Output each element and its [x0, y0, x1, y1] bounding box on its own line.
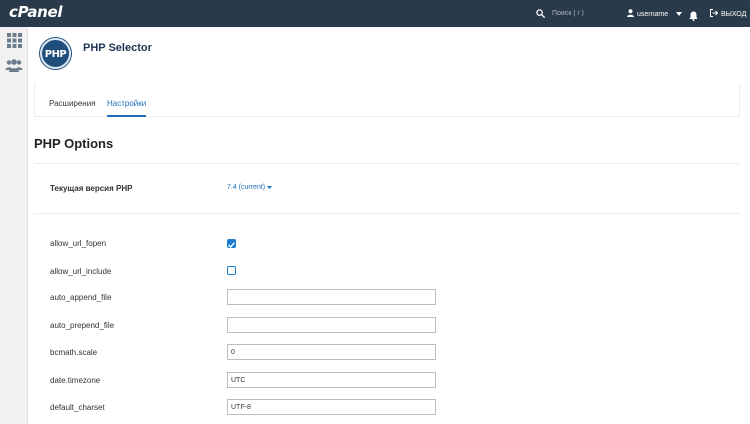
divider [34, 163, 740, 164]
php-version-value: 7.4 (current) [227, 184, 266, 191]
caret-down-icon [267, 184, 273, 191]
apps-grid-icon[interactable] [5, 31, 23, 49]
php-version-dropdown[interactable]: 7.4 (current) [227, 184, 273, 191]
divider [34, 213, 740, 214]
bcmath-scale-input[interactable] [227, 344, 436, 360]
search-icon[interactable] [536, 9, 545, 18]
logout-label: ВЫХОД [721, 10, 747, 18]
sidebar [0, 27, 28, 424]
option-label: allow_url_include [50, 267, 112, 276]
option-label: default_charset [50, 403, 105, 412]
allow-url-include-checkbox[interactable] [227, 266, 236, 275]
user-icon [627, 9, 634, 19]
default-charset-input[interactable] [227, 399, 436, 415]
php-version-label: Текущая версия PHP [50, 184, 133, 193]
allow-url-fopen-checkbox[interactable] [227, 239, 236, 248]
logout-icon [710, 9, 719, 19]
auto-prepend-file-input[interactable] [227, 317, 436, 333]
checkmark-icon [228, 235, 235, 253]
php-logo-text: PHP [44, 49, 67, 60]
date-timezone-input[interactable] [227, 372, 436, 388]
search-box[interactable] [536, 7, 622, 20]
top-navbar: cPanel username ВЫХОД [0, 0, 750, 27]
option-label: auto_prepend_file [50, 321, 115, 330]
users-icon[interactable] [5, 56, 23, 74]
tab-settings[interactable]: Настройки [107, 99, 147, 117]
logout-button[interactable]: ВЫХОД [710, 9, 746, 19]
php-logo: PHP [40, 38, 71, 69]
page-title: PHP Selector [83, 41, 152, 54]
option-label: allow_url_fopen [50, 239, 107, 248]
option-label: auto_append_file [50, 293, 112, 302]
section-title: PHP Options [34, 136, 114, 151]
chevron-down-icon [676, 11, 683, 18]
page-header: PHP PHP Selector [40, 38, 152, 69]
search-input[interactable] [552, 7, 622, 20]
user-menu[interactable]: username [627, 9, 683, 19]
option-label: bcmath.scale [50, 348, 98, 357]
bell-icon[interactable] [689, 8, 698, 26]
username-label: username [637, 10, 669, 18]
tab-extensions[interactable]: Расширения [49, 99, 96, 115]
tab-bar: Расширения Настройки [34, 83, 740, 117]
option-label: date.timezone [50, 376, 101, 385]
cpanel-logo[interactable]: cPanel [9, 3, 63, 21]
auto-append-file-input[interactable] [227, 289, 436, 305]
